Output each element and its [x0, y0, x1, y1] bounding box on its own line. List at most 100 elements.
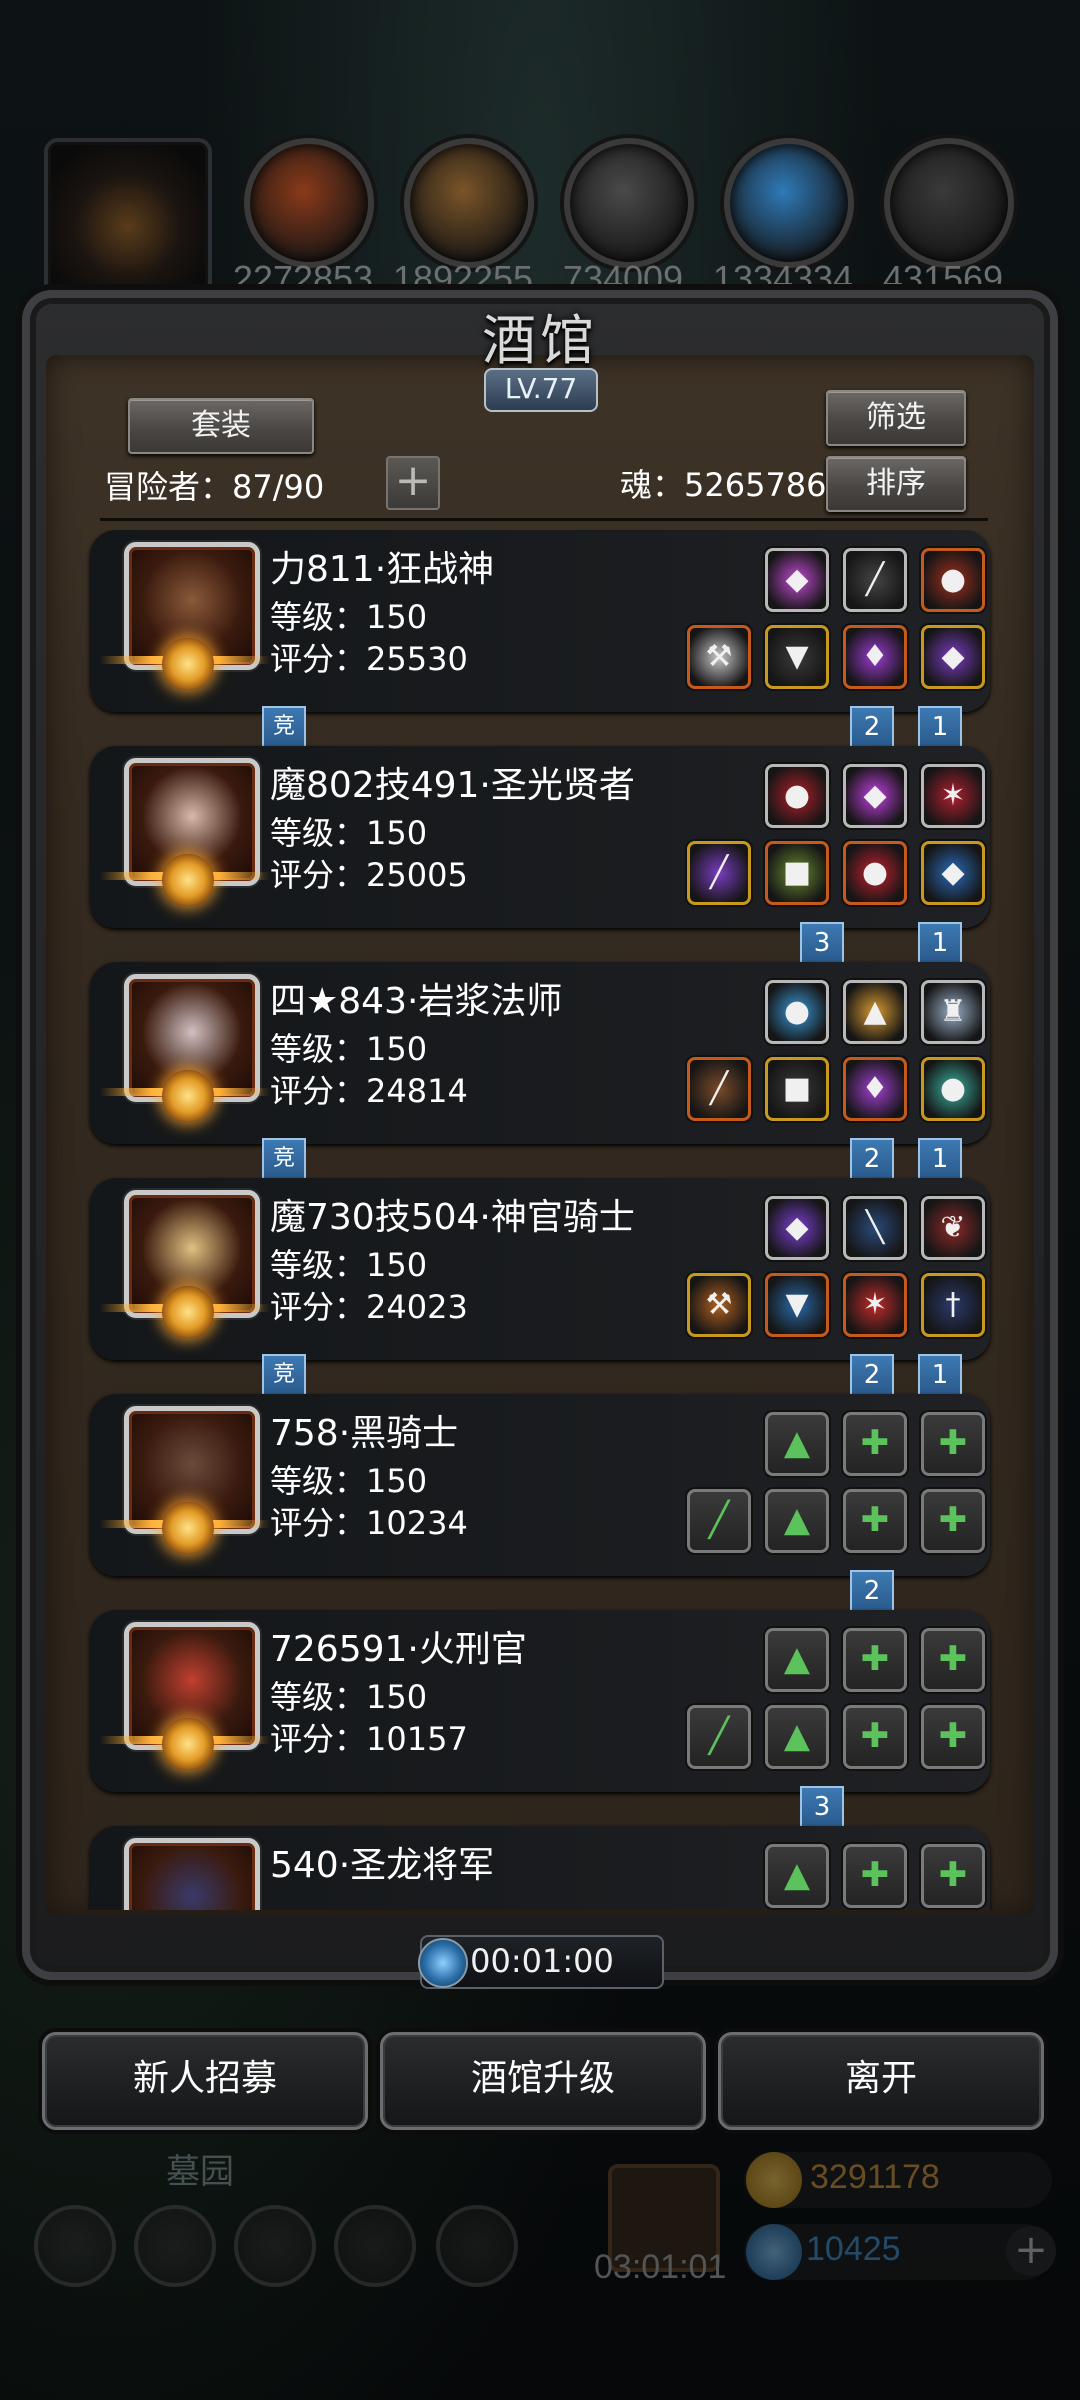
- equipment-slot[interactable]: ╱: [843, 548, 907, 612]
- empty-equipment-slot[interactable]: ✚: [921, 1705, 985, 1769]
- equipment-slot[interactable]: ◆: [921, 625, 985, 689]
- equipment-slot[interactable]: ■: [765, 1057, 829, 1121]
- equipment-slot[interactable]: ╱: [687, 841, 751, 905]
- equipment-slot[interactable]: ●: [765, 764, 829, 828]
- equipment-slot[interactable]: ╱: [687, 1057, 751, 1121]
- empty-slot-icon: ✚: [860, 1500, 890, 1540]
- equipment-slot[interactable]: ⚒: [687, 1273, 751, 1337]
- hero-list[interactable]: 力811·狂战神 等级：150 评分：25530 ◆ ╱ ● ⚒ ▼ ♦ ◆ 竞 2 1 魔802技491…: [70, 530, 1010, 1910]
- empty-slot-icon: ╱: [708, 1500, 730, 1540]
- gold-coin-icon: [746, 2152, 802, 2208]
- equipment-slot[interactable]: ♜: [921, 980, 985, 1044]
- equipment-slot[interactable]: ▼: [765, 625, 829, 689]
- nav-shield-icon[interactable]: [436, 2205, 518, 2287]
- empty-equipment-slot[interactable]: ✚: [921, 1844, 985, 1908]
- rank-emblem-icon: [162, 1286, 214, 1338]
- equipment-icon: ◆: [785, 1210, 809, 1245]
- empty-equipment-slot[interactable]: ✚: [843, 1412, 907, 1476]
- stone-resource-icon[interactable]: [564, 138, 694, 268]
- equipment-slot[interactable]: ●: [921, 1057, 985, 1121]
- hero-name: 魔802技491·圣光贤者: [270, 765, 635, 806]
- equipment-slot[interactable]: ❦: [921, 1196, 985, 1260]
- empty-slot-icon: ╱: [708, 1716, 730, 1756]
- equipment-slot[interactable]: ▼: [765, 1273, 829, 1337]
- gem-icon: [746, 2224, 802, 2280]
- leave-button[interactable]: 离开: [718, 2032, 1044, 2130]
- equipment-slot[interactable]: ◆: [921, 841, 985, 905]
- upgrade-tavern-button[interactable]: 酒馆升级: [380, 2032, 706, 2130]
- equipment-icon: ●: [939, 562, 967, 597]
- iron-resource-icon[interactable]: [884, 138, 1014, 268]
- equipment-slot[interactable]: ●: [921, 548, 985, 612]
- equipment-slot[interactable]: ■: [765, 841, 829, 905]
- recruit-button[interactable]: 新人招募: [42, 2032, 368, 2130]
- empty-equipment-slot[interactable]: ✚: [843, 1628, 907, 1692]
- nav-settings-icon[interactable]: [34, 2205, 116, 2287]
- equipment-slot[interactable]: ◆: [765, 1196, 829, 1260]
- set-button[interactable]: 套装: [128, 398, 314, 454]
- empty-equipment-slot[interactable]: ▲: [765, 1412, 829, 1476]
- hero-name: 726591·火刑官: [270, 1629, 527, 1670]
- header-divider: [100, 518, 988, 521]
- equipment-slot[interactable]: †: [921, 1273, 985, 1337]
- add-gems-button[interactable]: +: [1006, 2226, 1056, 2276]
- equipment-slot[interactable]: ✶: [843, 1273, 907, 1337]
- equipment-slot[interactable]: ♦: [843, 625, 907, 689]
- equipment-slot[interactable]: ✶: [921, 764, 985, 828]
- empty-slot-icon: ▲: [783, 1423, 811, 1463]
- empty-equipment-slot[interactable]: ✚: [843, 1844, 907, 1908]
- equipment-slot[interactable]: ●: [765, 980, 829, 1044]
- hero-card[interactable]: 726591·火刑官 等级：150 评分：10157 ▲ ✚ ✚ ╱ ▲ ✚ ✚: [90, 1610, 990, 1792]
- player-avatar[interactable]: [44, 138, 212, 300]
- empty-equipment-slot[interactable]: ▲: [765, 1628, 829, 1692]
- equipment-icon: ●: [783, 994, 811, 1029]
- wood-resource-icon[interactable]: [404, 138, 534, 268]
- nav-mail-icon[interactable]: [334, 2205, 416, 2287]
- empty-equipment-slot[interactable]: ✚: [921, 1412, 985, 1476]
- equipment-icon: ♜: [939, 994, 967, 1029]
- add-capacity-button[interactable]: +: [386, 456, 440, 510]
- equipment-slot[interactable]: ♦: [843, 1057, 907, 1121]
- hero-name: 力811·狂战神: [270, 549, 495, 590]
- empty-equipment-slot[interactable]: ▲: [765, 1489, 829, 1553]
- hero-level: 等级：150: [270, 814, 428, 852]
- hero-name: 四★843·岩浆法师: [270, 981, 563, 1022]
- equipment-icon: ♦: [861, 639, 889, 674]
- equipment-slot[interactable]: ◆: [843, 764, 907, 828]
- hero-card[interactable]: 魔730技504·神官骑士 等级：150 评分：24023 ◆ ╲ ❦ ⚒ ▼ ✶ †: [90, 1178, 990, 1360]
- equipment-slot[interactable]: ◆: [765, 548, 829, 612]
- equipment-slot[interactable]: ⚒: [687, 625, 751, 689]
- empty-equipment-slot[interactable]: ╱: [687, 1705, 751, 1769]
- empty-equipment-slot[interactable]: ▲: [765, 1844, 829, 1908]
- hero-portrait[interactable]: [124, 1838, 260, 1910]
- empty-slot-icon: ✚: [938, 1855, 968, 1895]
- hero-card[interactable]: 魔802技491·圣光贤者 等级：150 评分：25005 ● ◆ ✶ ╱ ■ ● ◆: [90, 746, 990, 928]
- rank-emblem-icon: [162, 854, 214, 906]
- empty-equipment-slot[interactable]: ▲: [765, 1705, 829, 1769]
- empty-slot-icon: ▲: [783, 1639, 811, 1679]
- hero-level: 等级：150: [270, 1246, 428, 1284]
- hero-card[interactable]: 力811·狂战神 等级：150 评分：25530 ◆ ╱ ● ⚒ ▼ ♦ ◆: [90, 530, 990, 712]
- hero-name: 魔730技504·神官骑士: [270, 1197, 635, 1238]
- tavern-level-badge: LV.77: [484, 368, 598, 412]
- meat-resource-icon[interactable]: [244, 138, 374, 268]
- empty-equipment-slot[interactable]: ╱: [687, 1489, 751, 1553]
- equipment-slot[interactable]: ╲: [843, 1196, 907, 1260]
- nav-guild-icon[interactable]: [234, 2205, 316, 2287]
- nav-star-icon[interactable]: [134, 2205, 216, 2287]
- equipment-slot[interactable]: ▲: [843, 980, 907, 1044]
- equipment-slot[interactable]: ●: [843, 841, 907, 905]
- hero-card[interactable]: 758·黑骑士 等级：150 评分：10234 ▲ ✚ ✚ ╱ ▲ ✚ ✚: [90, 1394, 990, 1576]
- sort-button[interactable]: 排序: [826, 456, 966, 512]
- rank-emblem-icon: [162, 1718, 214, 1770]
- hero-card[interactable]: 540·圣龙将军 ▲ ✚ ✚: [90, 1826, 990, 1910]
- filter-button[interactable]: 筛选: [826, 390, 966, 446]
- empty-equipment-slot[interactable]: ✚: [921, 1628, 985, 1692]
- empty-equipment-slot[interactable]: ✚: [843, 1705, 907, 1769]
- crystal-resource-icon[interactable]: [724, 138, 854, 268]
- area-label: 墓园: [166, 2153, 234, 2191]
- hero-card[interactable]: 四★843·岩浆法师 等级：150 评分：24814 ● ▲ ♜ ╱ ■ ♦ ●: [90, 962, 990, 1144]
- empty-equipment-slot[interactable]: ✚: [843, 1489, 907, 1553]
- empty-equipment-slot[interactable]: ✚: [921, 1489, 985, 1553]
- hero-name: 540·圣龙将军: [270, 1845, 495, 1886]
